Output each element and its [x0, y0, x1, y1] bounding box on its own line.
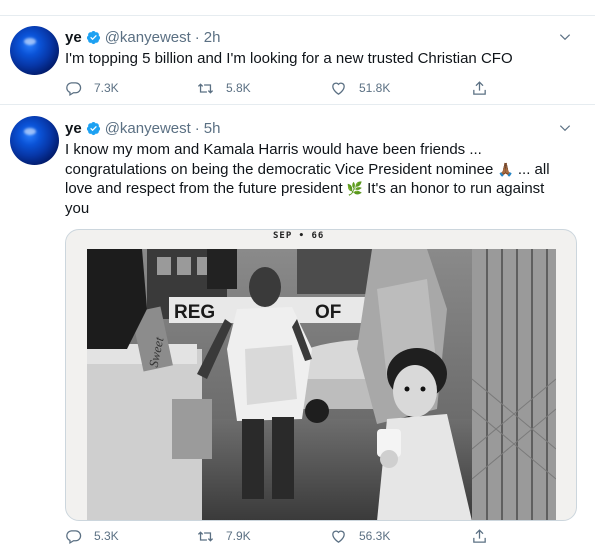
timestamp[interactable]: 2h — [204, 29, 221, 46]
retweet-button[interactable]: 7.9K — [197, 528, 251, 545]
tweet-header: ye @kanyewest · 5h — [65, 118, 220, 138]
avatar[interactable] — [10, 116, 59, 165]
retweet-count: 7.9K — [226, 529, 251, 543]
verified-badge-icon — [86, 121, 100, 135]
tweet[interactable]: ye @kanyewest · 5h I know my mom and Kam… — [0, 104, 595, 549]
chevron-down-icon[interactable] — [558, 30, 572, 44]
display-name[interactable]: ye — [65, 120, 82, 137]
tweet-actions: 5.3K 7.9K 56.3K — [65, 526, 495, 546]
chevron-down-icon[interactable] — [558, 121, 572, 135]
separator: · — [194, 28, 200, 46]
avatar[interactable] — [10, 26, 59, 75]
like-button[interactable]: 56.3K — [330, 528, 390, 545]
handle[interactable]: @kanyewest — [105, 29, 191, 46]
reply-count: 7.3K — [94, 81, 119, 95]
praying-hands-emoji: 🙏🏾 — [497, 161, 514, 177]
share-icon — [473, 80, 486, 95]
sign-text: REG — [174, 302, 215, 323]
like-icon — [332, 82, 345, 95]
photo-caption: SEP • 66 — [273, 231, 325, 241]
retweet-icon — [197, 82, 214, 94]
share-icon — [473, 528, 486, 543]
reply-button[interactable]: 5.3K — [65, 528, 119, 545]
retweet-button[interactable]: 5.8K — [197, 80, 251, 97]
plant-emoji: 🌿 — [346, 181, 364, 196]
share-button[interactable] — [471, 528, 500, 545]
display-name[interactable]: ye — [65, 29, 82, 46]
like-count: 56.3K — [359, 529, 391, 543]
tweet-actions: 7.3K 5.8K 51.8K — [65, 78, 495, 98]
reply-icon — [66, 529, 82, 544]
tweet-text-part: I know my mom and Kamala Harris would ha… — [65, 141, 498, 178]
photo-image: REG OF Sweet — [87, 249, 556, 520]
tweet-text: I'm topping 5 billion and I'm looking fo… — [65, 50, 513, 67]
tweet-header: ye @kanyewest · 2h — [65, 27, 220, 47]
tweet[interactable]: ye @kanyewest · 2h I'm topping 5 billion… — [0, 15, 595, 104]
reply-count: 5.3K — [94, 529, 119, 543]
like-button[interactable]: 51.8K — [330, 80, 390, 97]
retweet-icon — [197, 530, 214, 542]
handle[interactable]: @kanyewest — [105, 120, 191, 137]
timestamp[interactable]: 5h — [204, 120, 221, 137]
sign-text-2: OF — [315, 302, 341, 323]
verified-badge-icon — [86, 30, 100, 44]
reply-button[interactable]: 7.3K — [65, 80, 119, 97]
like-icon — [332, 530, 345, 543]
tweet-text: I know my mom and Kamala Harris would ha… — [65, 140, 570, 218]
share-button[interactable] — [471, 80, 500, 97]
retweet-count: 5.8K — [226, 81, 251, 95]
reply-icon — [66, 81, 82, 96]
like-count: 51.8K — [359, 81, 391, 95]
separator: · — [194, 119, 200, 137]
tweet-photo[interactable]: SEP • 66 REG OF Sweet — [65, 229, 577, 521]
